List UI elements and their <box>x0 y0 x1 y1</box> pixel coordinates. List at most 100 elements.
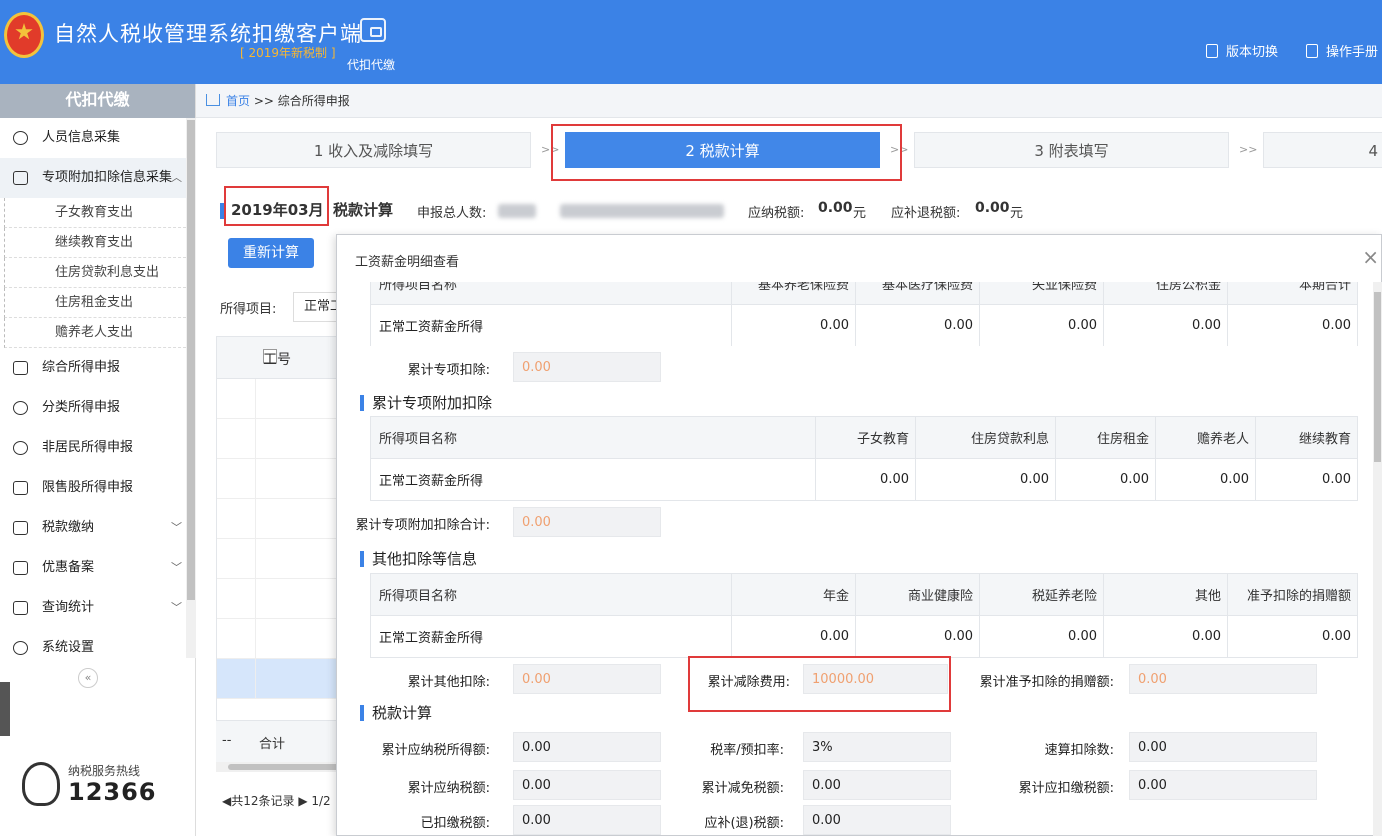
collapse-sidebar-button[interactable]: « <box>78 668 98 688</box>
sidebar-scrollbar[interactable] <box>186 118 196 658</box>
hotline-label: 纳税服务热线 <box>68 764 141 778</box>
document-icon <box>1306 44 1318 58</box>
table-cell: 0.00 <box>979 615 1104 658</box>
tax-rate-value: 3% <box>803 732 951 762</box>
chevron-up-icon: ︿ <box>171 171 182 184</box>
table-row[interactable] <box>217 539 345 579</box>
column-header: 住房租金 <box>1055 416 1156 459</box>
sidebar-item-preferential[interactable]: 优惠备案 ﹀ <box>0 548 186 588</box>
section-tax-calc: 税款计算 <box>359 704 433 722</box>
close-icon[interactable]: × <box>1362 245 1379 269</box>
column-header: 所得项目名称 <box>370 573 732 616</box>
highlight-box <box>688 656 951 712</box>
sidebar-subitem-housing-rent[interactable]: 住房租金支出 <box>4 288 186 318</box>
sidebar-item-restricted-stock[interactable]: 限售股所得申报 <box>0 468 186 508</box>
payable-tax-label: 累计应纳税额: <box>407 781 490 796</box>
sidebar-item-classified[interactable]: 分类所得申报 <box>0 388 186 428</box>
step-4[interactable]: 4 <box>1263 132 1382 168</box>
step-income[interactable]: 1 收入及减除填写 <box>216 132 531 168</box>
dialog-title: 工资薪金明细查看 <box>355 255 460 270</box>
section-other-deductions: 其他扣除等信息 <box>359 550 478 568</box>
sidebar-subitem-housing-loan[interactable]: 住房贷款利息支出 <box>4 258 186 288</box>
copy-icon <box>13 561 28 575</box>
table-cell: 正常工资薪金所得 <box>370 304 732 346</box>
sidebar-item-personnel[interactable]: 人员信息采集 <box>0 118 186 158</box>
sidebar-subitem-elderly-support[interactable]: 赡养老人支出 <box>4 318 186 348</box>
quick-deduction-label: 速算扣除数: <box>1044 743 1114 758</box>
quick-deduction-value: 0.00 <box>1129 732 1317 762</box>
table-cell: 0.00 <box>1103 304 1228 346</box>
table-cell: 0.00 <box>1055 458 1156 501</box>
table-cell: 0.00 <box>731 615 856 658</box>
column-header: 子女教育 <box>815 416 916 459</box>
table-row[interactable] <box>217 419 345 459</box>
refund-label: 应补退税额: <box>891 206 961 221</box>
table-row[interactable] <box>217 499 345 539</box>
count-label: 申报总人数: <box>417 206 487 221</box>
user-icon <box>13 131 28 145</box>
dialog-scrollbar[interactable] <box>1373 282 1382 836</box>
highlight-box <box>551 124 902 181</box>
chevron-down-icon: ﹀ <box>171 561 182 574</box>
recalculate-button[interactable]: 重新计算 <box>228 238 314 268</box>
scrollbar-thumb[interactable] <box>228 764 346 770</box>
breadcrumb: 首页 >> 综合所得申报 <box>196 84 1382 118</box>
breadcrumb-home-link[interactable]: 首页 <box>226 94 250 108</box>
sidebar-subitem-continuing-education[interactable]: 继续教育支出 <box>4 228 186 258</box>
section-title: 税款计算 <box>333 201 394 219</box>
table-cell: 0.00 <box>1255 458 1358 501</box>
withholding-tab[interactable]: 代扣代缴 <box>347 56 395 73</box>
tax-value: 0.00 <box>818 200 853 216</box>
column-header: 基本医疗保险费 <box>855 282 980 305</box>
column-header: 准予扣除的捐赠额 <box>1227 573 1358 616</box>
highlight-box <box>224 186 329 226</box>
sidebar-item-settings[interactable]: 系统设置 <box>0 628 186 658</box>
table-row[interactable] <box>217 579 345 619</box>
table-cell: 0.00 <box>855 304 980 346</box>
table-cell: 0.00 <box>1227 304 1358 346</box>
column-header: 失业保险费 <box>979 282 1104 305</box>
table-cell: 0.00 <box>731 304 856 346</box>
insurance-table: 所得项目名称 基本养老保险费 基本医疗保险费 失业保险费 住房公积金 本期合计 … <box>370 282 1358 346</box>
home-icon <box>206 94 220 106</box>
manual-button[interactable]: 操作手册 <box>1306 41 1378 60</box>
table-row[interactable] <box>217 619 345 659</box>
additional-total-value: 0.00 <box>513 507 661 537</box>
table-cell: 0.00 <box>815 458 916 501</box>
app-subtitle: [ 2019年新税制 ] <box>240 46 336 60</box>
refund-value: 0.00 <box>975 200 1010 216</box>
table-horizontal-scrollbar[interactable] <box>216 762 346 772</box>
table-cell: 正常工资薪金所得 <box>370 615 732 658</box>
table-row[interactable] <box>217 459 345 499</box>
taxable-income-value: 0.00 <box>513 732 661 762</box>
hotline-number: 12366 <box>68 778 157 806</box>
document-icon <box>1206 44 1218 58</box>
special-total-label: 累计专项扣除: <box>407 363 490 378</box>
column-header: 所得项目名称 <box>370 282 732 305</box>
person-icon <box>13 441 28 455</box>
sidebar-item-special-deduction[interactable]: 专项附加扣除信息采集 ︿ <box>0 158 186 198</box>
wallet-icon[interactable] <box>360 18 386 42</box>
sidebar-item-tax-payment[interactable]: 税款缴纳 ﹀ <box>0 508 186 548</box>
scrollbar-thumb[interactable] <box>187 120 195 600</box>
sidebar-item-comprehensive[interactable]: 综合所得申报 <box>0 348 186 388</box>
chevron-down-icon: ﹀ <box>171 521 182 534</box>
headset-icon <box>22 762 60 806</box>
table-row[interactable] <box>217 379 345 419</box>
version-switch-button[interactable]: 版本切换 <box>1206 41 1278 60</box>
sidebar-subitem-children-education[interactable]: 子女教育支出 <box>4 198 186 228</box>
pie-chart-icon <box>13 401 28 415</box>
folder-icon <box>13 521 28 535</box>
scrollbar-thumb[interactable] <box>1374 292 1381 462</box>
filter-label: 所得项目: <box>220 302 277 317</box>
breadcrumb-current: 综合所得申报 <box>277 94 350 108</box>
step-attachment[interactable]: 3 附表填写 <box>914 132 1229 168</box>
taxable-income-label: 累计应纳税所得额: <box>381 743 490 758</box>
table-cell: 0.00 <box>915 458 1056 501</box>
column-header: 赡养老人 <box>1155 416 1256 459</box>
table-row-selected[interactable] <box>217 659 345 699</box>
sidebar-item-nonresident[interactable]: 非居民所得申报 <box>0 428 186 468</box>
sidebar-item-query[interactable]: 查询统计 ﹀ <box>0 588 186 628</box>
other-deduction-value: 0.00 <box>513 664 661 694</box>
tax-relief-label: 累计减免税额: <box>701 781 784 796</box>
